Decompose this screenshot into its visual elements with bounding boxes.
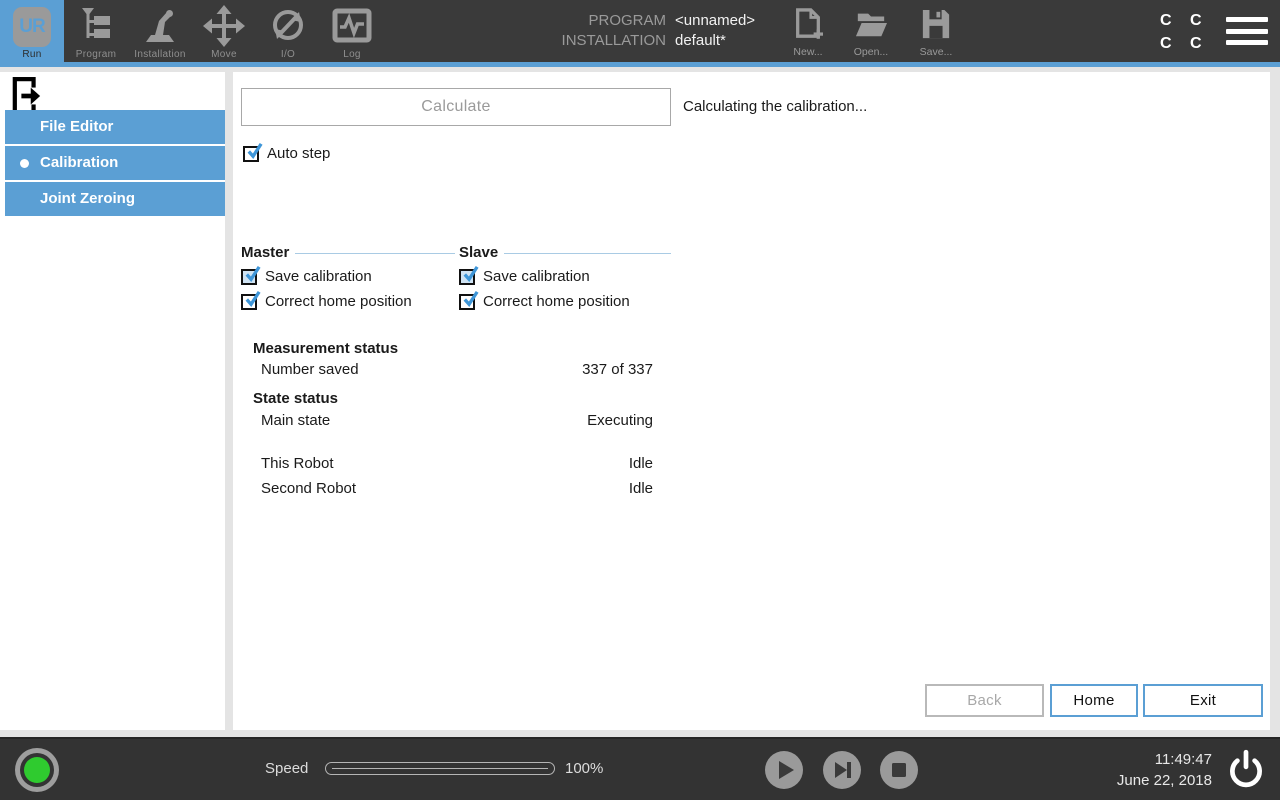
- slave-correct-home-row: Correct home position: [459, 292, 671, 311]
- this-robot-row: This Robot Idle: [261, 455, 653, 472]
- slave-section-title: Slave: [459, 244, 498, 261]
- sidebar-item-file-editor[interactable]: File Editor: [5, 110, 225, 144]
- power-icon: [1225, 748, 1267, 792]
- master-correct-home-row: Correct home position: [241, 292, 455, 311]
- main-tabs: UR Run Program: [0, 0, 384, 62]
- open-button[interactable]: Open...: [842, 8, 900, 58]
- power-button[interactable]: [1225, 748, 1267, 797]
- master-correct-home-checkbox[interactable]: [241, 294, 257, 310]
- open-folder-icon: [855, 27, 887, 44]
- second-robot-label: Second Robot: [261, 480, 356, 497]
- program-name: <unnamed>: [675, 11, 755, 31]
- footer-bar: Speed 100% 11:49:47 June 22, 2018: [0, 737, 1280, 800]
- calibration-panel: Calculate Calculating the calibration...…: [233, 72, 1270, 730]
- auto-step-checkbox[interactable]: [243, 146, 259, 162]
- calibration-status-message: Calculating the calibration...: [683, 98, 867, 116]
- robot-status-indicator[interactable]: [15, 748, 59, 792]
- clock: 11:49:47 June 22, 2018: [1117, 749, 1212, 791]
- main-state-row: Main state Executing: [261, 412, 653, 429]
- new-file-icon: [793, 27, 823, 44]
- move-arrows-icon: [202, 4, 246, 53]
- program-tree-icon: [74, 4, 118, 53]
- top-bar: UR Run Program: [0, 0, 1280, 62]
- tab-log[interactable]: Log: [320, 0, 384, 62]
- time-value: 11:49:47: [1117, 749, 1212, 770]
- active-item-bullet: [20, 159, 29, 168]
- tab-io[interactable]: I/O: [256, 0, 320, 62]
- installation-label: INSTALLATION: [500, 31, 666, 51]
- sidebar: File Editor Calibration Joint Zeroing: [0, 72, 225, 730]
- auto-step-label: Auto step: [267, 145, 330, 162]
- tab-installation-label: Installation: [128, 49, 192, 60]
- exit-button[interactable]: Exit: [1143, 684, 1263, 717]
- save-button-label: Save...: [907, 46, 965, 58]
- slave-save-calibration-row: Save calibration: [459, 267, 671, 286]
- master-section-title: Master: [241, 244, 289, 261]
- stop-icon: [880, 751, 918, 789]
- stop-button[interactable]: [880, 751, 918, 789]
- loaded-file-info: PROGRAM <unnamed> INSTALLATION default*: [500, 11, 755, 51]
- new-button-label: New...: [779, 46, 837, 58]
- master-section-rule: [295, 253, 455, 254]
- program-label: PROGRAM: [500, 11, 666, 31]
- robot-status-green-light: [24, 757, 50, 783]
- sidebar-item-joint-zeroing[interactable]: Joint Zeroing: [5, 182, 225, 216]
- this-robot-label: This Robot: [261, 455, 334, 472]
- this-robot-value: Idle: [629, 455, 653, 472]
- step-forward-icon: [823, 751, 861, 789]
- robot-arm-icon: [138, 4, 182, 53]
- play-icon: [765, 751, 803, 789]
- tab-move[interactable]: Move: [192, 0, 256, 62]
- speed-value: 100%: [565, 760, 603, 777]
- home-button[interactable]: Home: [1050, 684, 1138, 717]
- state-status-title: State status: [253, 390, 338, 407]
- slave-save-calibration-checkbox[interactable]: [459, 269, 475, 285]
- master-save-calibration-row: Save calibration: [241, 267, 455, 286]
- calculate-button[interactable]: Calculate: [241, 88, 671, 126]
- sidebar-divider: [225, 72, 233, 730]
- step-forward-button[interactable]: [823, 751, 861, 789]
- auto-step-row: Auto step: [243, 145, 330, 162]
- second-robot-row: Second Robot Idle: [261, 480, 653, 497]
- sidebar-menu: File Editor Calibration Joint Zeroing: [5, 110, 225, 218]
- corner-logo: C CC C: [1160, 9, 1209, 55]
- save-floppy-icon: [921, 27, 951, 44]
- tab-io-label: I/O: [256, 49, 320, 60]
- log-monitor-icon: [330, 4, 374, 53]
- slave-section: Slave Save calibration Correct home posi…: [459, 243, 671, 311]
- sidebar-item-calibration[interactable]: Calibration: [5, 146, 225, 180]
- save-button[interactable]: Save...: [907, 8, 965, 58]
- tab-installation[interactable]: Installation: [128, 0, 192, 62]
- ur-logo-icon: UR: [13, 7, 51, 47]
- tab-run[interactable]: UR Run: [0, 0, 64, 62]
- hamburger-menu-icon[interactable]: [1226, 17, 1268, 45]
- back-button[interactable]: Back: [925, 684, 1044, 717]
- speed-slider[interactable]: [325, 762, 555, 775]
- second-robot-value: Idle: [629, 480, 653, 497]
- installation-name: default*: [675, 31, 726, 51]
- new-button[interactable]: New...: [779, 8, 837, 58]
- number-saved-row: Number saved 337 of 337: [261, 361, 653, 378]
- slave-section-rule: [504, 253, 671, 254]
- slave-correct-home-checkbox[interactable]: [459, 294, 475, 310]
- tab-log-label: Log: [320, 49, 384, 60]
- tab-program[interactable]: Program: [64, 0, 128, 62]
- number-saved-value: 337 of 337: [582, 361, 653, 378]
- speed-label: Speed: [265, 760, 308, 777]
- measurement-status-title: Measurement status: [253, 340, 398, 357]
- open-button-label: Open...: [842, 46, 900, 58]
- tab-move-label: Move: [192, 49, 256, 60]
- master-save-calibration-checkbox[interactable]: [241, 269, 257, 285]
- date-value: June 22, 2018: [1117, 770, 1212, 791]
- play-button[interactable]: [765, 751, 803, 789]
- tab-run-label: Run: [0, 49, 64, 60]
- content-area: File Editor Calibration Joint Zeroing Ca…: [0, 67, 1280, 737]
- master-section: Master Save calibration Correct home pos…: [241, 243, 455, 311]
- tab-program-label: Program: [64, 49, 128, 60]
- io-arrows-icon: [266, 4, 310, 53]
- main-state-value: Executing: [587, 412, 653, 429]
- main-state-label: Main state: [261, 412, 330, 429]
- number-saved-label: Number saved: [261, 361, 359, 378]
